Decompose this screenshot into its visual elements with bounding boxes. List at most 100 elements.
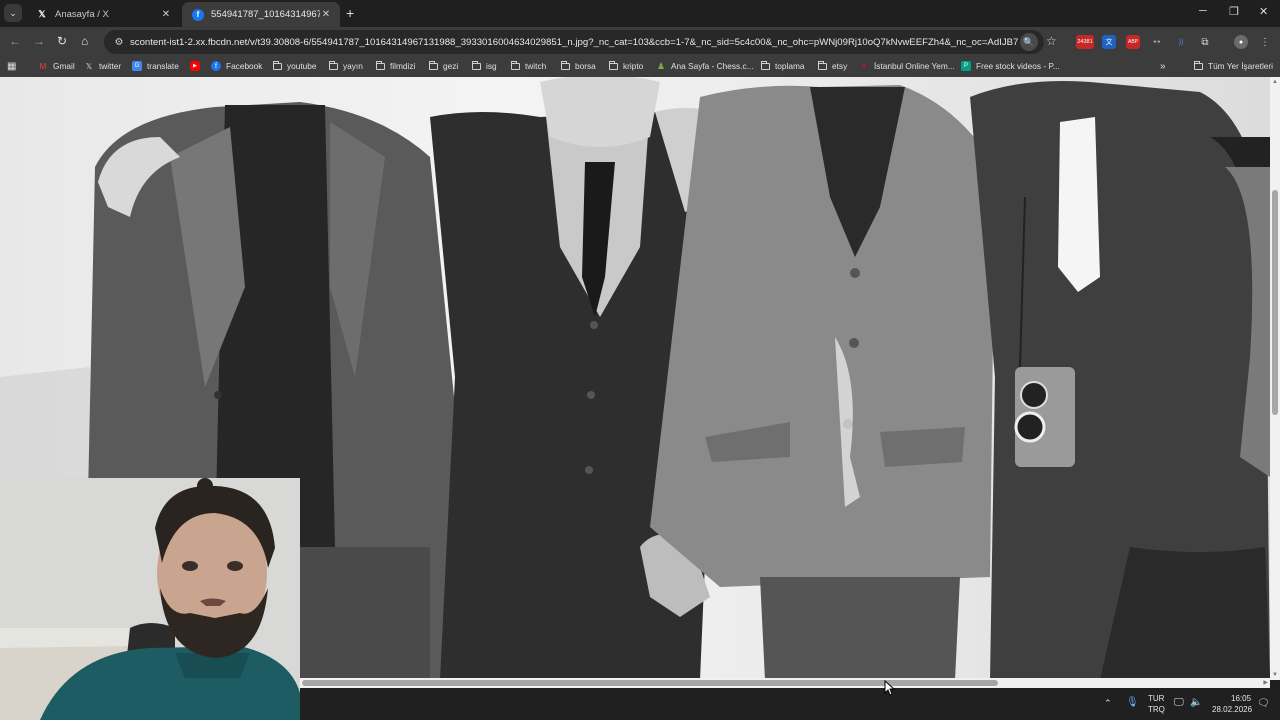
bookmark-label: Gmail: [53, 61, 75, 71]
bookmark-label: etsy: [832, 61, 848, 71]
vertical-scroll-thumb[interactable]: [1272, 190, 1278, 415]
tab-search-button[interactable]: ⌄: [4, 4, 22, 22]
translate-extension-icon[interactable]: 文: [1102, 35, 1116, 49]
folder-icon: [471, 60, 481, 71]
x-logo-icon: 𝕏: [38, 9, 46, 19]
bookmark-folder-youtube[interactable]: youtube: [272, 60, 317, 71]
speech-extension-icon[interactable]: )): [1174, 35, 1188, 49]
bookmark-label: Free stock videos - P...: [976, 61, 1060, 71]
mouse-cursor: [884, 680, 896, 696]
bookmark-translate[interactable]: G translate: [132, 61, 179, 71]
folder-icon: [375, 60, 385, 71]
scroll-right-icon[interactable]: ▶: [1263, 679, 1268, 686]
bookmarks-bar: ▦ M Gmail 𝕏 twitter G translate ▶ f Face…: [0, 57, 1280, 77]
glasses-extension-icon[interactable]: 👓: [1150, 35, 1164, 49]
webcam-overlay: [0, 478, 300, 720]
volume-icon[interactable]: 🔈: [1190, 697, 1202, 708]
webcam-video: [0, 478, 300, 720]
bookmarks-overflow-icon[interactable]: »: [1160, 61, 1166, 72]
folder-icon: [1193, 60, 1203, 71]
tray-overflow-icon[interactable]: ⌃: [1104, 698, 1112, 709]
bookmark-folder-borsa[interactable]: borsa: [560, 60, 596, 71]
bookmark-yemeksepeti[interactable]: Y İstanbul Online Yem...: [859, 61, 955, 71]
all-bookmarks-folder[interactable]: Tüm Yer İşaretleri: [1193, 60, 1274, 71]
chess-icon: ♟: [656, 60, 666, 71]
folder-icon: [510, 60, 520, 71]
notifications-icon[interactable]: 🗨: [1257, 698, 1270, 709]
bookmark-folder-twitch[interactable]: twitch: [510, 60, 547, 71]
tab-title: 554941787_10164314967131988: [211, 9, 320, 20]
profile-avatar[interactable]: ●: [1234, 35, 1248, 49]
bookmark-folder-isg[interactable]: isg: [471, 60, 497, 71]
folder-icon: [328, 60, 338, 71]
input-language-top[interactable]: TUR: [1148, 694, 1164, 703]
bookmark-youtube-red[interactable]: ▶: [190, 61, 205, 71]
bookmark-label: toplama: [775, 61, 805, 71]
extension-badge-icon[interactable]: 24381: [1076, 35, 1094, 49]
bookmark-label: İstanbul Online Yem...: [874, 61, 955, 71]
bookmark-label: borsa: [575, 61, 596, 71]
bookmark-star-icon[interactable]: ☆: [1046, 34, 1057, 48]
x-logo-icon: 𝕏: [85, 61, 93, 71]
browser-toolbar: ← → ↻ ⌂ ⚙ scontent-ist1-2.xx.fbcdn.net/v…: [0, 27, 1280, 57]
extensions-puzzle-icon[interactable]: ⧉: [1198, 35, 1212, 49]
bookmark-twitter[interactable]: 𝕏 twitter: [84, 61, 121, 71]
new-tab-button[interactable]: +: [346, 5, 354, 21]
microphone-icon[interactable]: 🎙: [1126, 697, 1139, 708]
bookmark-label: translate: [147, 61, 179, 71]
bookmark-gmail[interactable]: M Gmail: [38, 61, 75, 71]
bookmark-label: isg: [486, 61, 497, 71]
home-button[interactable]: ⌂: [81, 34, 88, 48]
horizontal-scrollbar[interactable]: ▶: [300, 678, 1270, 688]
back-button[interactable]: ←: [9, 34, 21, 48]
restore-icon[interactable]: ❐: [1229, 5, 1239, 18]
address-bar[interactable]: ⚙ scontent-ist1-2.xx.fbcdn.net/v/t39.308…: [104, 30, 1044, 54]
bookmark-folder-filmdizi[interactable]: filmdizi: [375, 60, 416, 71]
youtube-icon: ▶: [190, 61, 200, 71]
bookmark-label: kripto: [623, 61, 644, 71]
folder-icon: [560, 60, 570, 71]
menu-kebab-icon[interactable]: ⋮: [1258, 35, 1272, 49]
forward-button[interactable]: →: [33, 34, 45, 48]
bookmark-label: youtube: [287, 61, 317, 71]
tab-image[interactable]: f 554941787_10164314967131988 ✕: [182, 2, 340, 27]
bookmark-label: twitch: [525, 61, 547, 71]
bookmark-folder-kripto[interactable]: kripto: [608, 60, 644, 71]
clock-date[interactable]: 28.02.2026: [1212, 705, 1252, 714]
site-info-icon[interactable]: ⚙: [108, 37, 130, 48]
bookmark-facebook[interactable]: f Facebook: [211, 61, 262, 71]
zoom-icon[interactable]: 🔍: [1020, 33, 1038, 51]
window-close-icon[interactable]: ✕: [1259, 5, 1268, 18]
bookmark-chess[interactable]: ♟ Ana Sayfa - Chess.c...: [656, 60, 754, 72]
tab-close-icon[interactable]: ✕: [160, 9, 172, 20]
vertical-scrollbar[interactable]: ▲ ▼: [1270, 77, 1280, 680]
adblock-icon[interactable]: ABP: [1126, 35, 1140, 49]
minimize-icon[interactable]: ─: [1199, 5, 1207, 17]
yemeksepeti-icon: Y: [861, 61, 867, 71]
reload-button[interactable]: ↻: [57, 34, 67, 48]
network-icon[interactable]: 🖵: [1174, 697, 1184, 708]
scroll-up-icon[interactable]: ▲: [1272, 79, 1278, 85]
scroll-down-icon[interactable]: ▼: [1272, 672, 1278, 678]
bookmark-label: Tüm Yer İşaretleri: [1208, 61, 1274, 71]
url-text[interactable]: scontent-ist1-2.xx.fbcdn.net/v/t39.30808…: [130, 37, 1018, 48]
pexels-icon: P: [961, 61, 971, 71]
bookmark-label: gezi: [443, 61, 459, 71]
bookmark-label: filmdizi: [390, 61, 416, 71]
bookmark-folder-etsy[interactable]: etsy: [817, 60, 848, 71]
gmail-icon: M: [39, 61, 47, 71]
tab-title: Anasayfa / X: [55, 9, 109, 20]
tab-twitter[interactable]: 𝕏 Anasayfa / X ✕: [26, 2, 180, 27]
bookmark-folder-yayin[interactable]: yayın: [328, 60, 363, 71]
extension-badge-count: 24381: [1077, 39, 1093, 45]
bookmark-folder-gezi[interactable]: gezi: [428, 60, 459, 71]
bookmark-folder-toplama[interactable]: toplama: [760, 60, 805, 71]
folder-icon: [817, 60, 827, 71]
bookmark-label: twitter: [99, 61, 122, 71]
folder-icon: [428, 60, 438, 71]
clock-time[interactable]: 16:05: [1231, 694, 1251, 703]
input-language-bottom[interactable]: TRQ: [1148, 705, 1165, 714]
tab-close-icon[interactable]: ✕: [320, 9, 332, 20]
apps-grid-icon[interactable]: ▦: [7, 61, 16, 72]
bookmark-pexels[interactable]: P Free stock videos - P...: [961, 61, 1060, 71]
